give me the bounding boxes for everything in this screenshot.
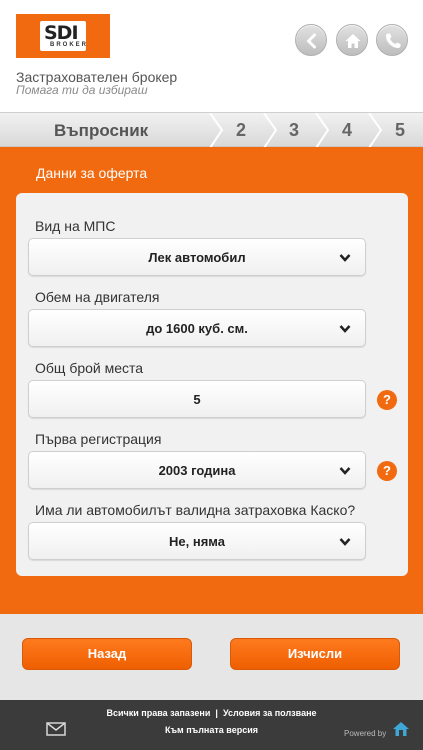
powered-by-logo-icon	[393, 722, 409, 736]
panel-title: Данни за оферта	[36, 165, 148, 181]
footer-separator: |	[215, 708, 218, 718]
seats-help-icon[interactable]: ?	[377, 390, 397, 410]
vehicle-type-value: Лек автомобил	[148, 250, 246, 265]
chevron-down-icon	[339, 254, 351, 262]
terms-link[interactable]: Условия за ползване	[223, 708, 317, 718]
rights-text: Всички права запазени	[106, 708, 211, 718]
form-card: Вид на МПС Лек автомобил Обем на двигате…	[16, 193, 408, 576]
chevron-down-icon	[339, 325, 351, 333]
logo-badge: SDI BROKER	[40, 21, 86, 51]
phone-button[interactable]	[376, 24, 408, 56]
casco-value: Не, няма	[169, 534, 225, 549]
home-button[interactable]	[336, 24, 368, 56]
steps-bar: Въпросник 2 3 4 5	[0, 112, 423, 148]
engine-value: до 1600 куб. см.	[146, 321, 248, 336]
powered-by-text: Powered by	[344, 729, 387, 738]
calculate-button[interactable]: Изчисли	[230, 638, 400, 670]
step-3[interactable]: 3	[289, 120, 299, 141]
app-header: SDI BROKER Застрахователен брокер Помага…	[0, 0, 423, 112]
back-button[interactable]: Назад	[22, 638, 192, 670]
subtagline: Помага ти да избираш	[16, 83, 148, 97]
registration-help-icon[interactable]: ?	[377, 461, 397, 481]
vehicle-type-select[interactable]: Лек автомобил	[28, 238, 366, 276]
footer: Всички права запазени | Условия за ползв…	[0, 700, 423, 750]
footer-links: Всички права запазени | Условия за ползв…	[0, 708, 423, 718]
registration-select[interactable]: 2003 година	[28, 451, 366, 489]
registration-label: Първа регистрация	[35, 431, 162, 447]
casco-label: Има ли автомобилът валидна затраховка Ка…	[35, 502, 356, 518]
vehicle-type-label: Вид на МПС	[35, 218, 116, 234]
engine-select[interactable]: до 1600 куб. см.	[28, 309, 366, 347]
chevron-down-icon	[339, 538, 351, 546]
sdi-logo[interactable]: SDI BROKER	[16, 14, 110, 58]
phone-icon	[386, 33, 401, 48]
registration-value: 2003 година	[158, 463, 236, 478]
step-separators	[209, 113, 383, 148]
step-5[interactable]: 5	[395, 120, 405, 141]
seats-input[interactable]: 5	[28, 380, 366, 418]
back-nav-button[interactable]	[295, 24, 327, 56]
logo-text: SDI	[44, 22, 79, 44]
step-4[interactable]: 4	[342, 120, 352, 141]
back-icon	[307, 33, 316, 49]
home-icon	[345, 34, 361, 48]
engine-label: Обем на двигателя	[35, 289, 160, 305]
seats-value: 5	[193, 392, 201, 407]
logo-sub-text: BROKER	[50, 42, 89, 48]
step-2[interactable]: 2	[236, 120, 246, 141]
offer-panel: Данни за оферта Вид на МПС Лек автомобил…	[0, 147, 423, 614]
button-bar: Назад Изчисли	[0, 614, 423, 700]
seats-label: Общ брой места	[35, 360, 144, 376]
chevron-down-icon	[339, 467, 351, 475]
casco-select[interactable]: Не, няма	[28, 522, 366, 560]
